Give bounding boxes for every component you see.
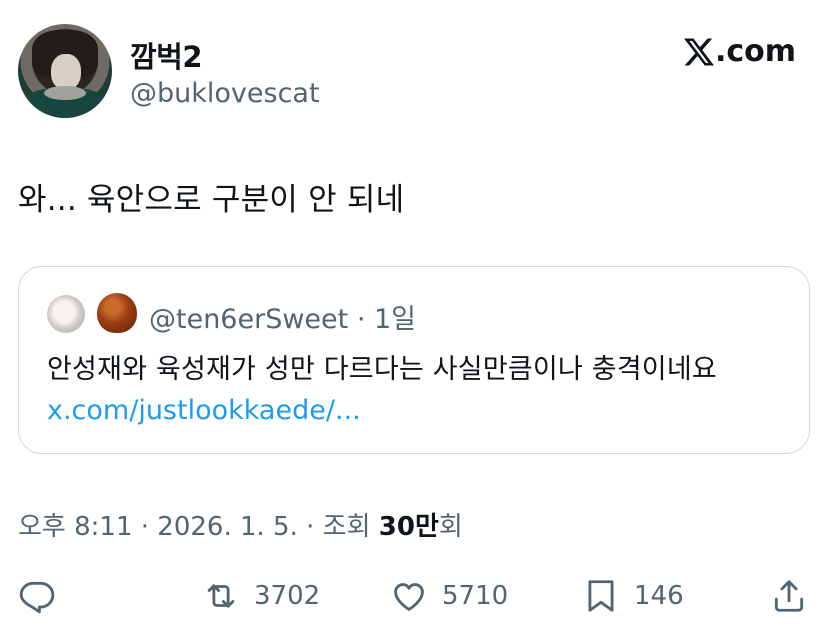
share-icon	[774, 580, 804, 612]
quoted-tweet[interactable]: @ten6erSweet · 1일 안성재와 육성재가 성만 다르다는 사실만큼…	[18, 266, 810, 454]
x-brand: .com	[684, 34, 796, 69]
views-count: 30만	[378, 512, 439, 542]
quote-avatar-chestnut	[97, 293, 137, 333]
display-name[interactable]: 깜벅2	[130, 34, 203, 76]
reply-icon	[19, 581, 55, 614]
quote-text: 안성재와 육성재가 성만 다르다는 사실만큼이나 충격이네요	[47, 354, 717, 385]
avatar[interactable]	[18, 24, 112, 118]
quote-avatar-rice	[47, 295, 85, 333]
bookmark-icon	[588, 580, 614, 612]
dot-separator: ·	[348, 304, 374, 335]
retweet-icon	[207, 584, 235, 608]
x-logo-icon	[684, 38, 714, 65]
quote-link[interactable]: x.com/justlookkaede/...	[47, 395, 361, 426]
brand-domain: .com	[715, 34, 797, 69]
like-count: 5710	[442, 581, 509, 611]
views-suffix: 회	[438, 512, 463, 542]
quote-time: 1일	[373, 304, 417, 335]
tweet-text: 와... 육안으로 구분이 안 되네	[18, 182, 405, 218]
like-icon	[394, 583, 424, 611]
bookmark-count: 146	[634, 581, 684, 611]
quote-handle-line: @ten6erSweet · 1일	[149, 297, 416, 336]
tweet-meta: 오후 8:11 · 2026. 1. 5. · 조회 30만회	[18, 506, 463, 543]
reply-button[interactable]	[18, 574, 56, 618]
like-button[interactable]: 5710	[390, 574, 508, 618]
author-handle[interactable]: @buklovescat	[130, 78, 320, 109]
quote-handle: @ten6erSweet	[149, 304, 349, 335]
retweet-button[interactable]: 3702	[202, 574, 320, 618]
retweet-count: 3702	[254, 581, 321, 611]
bookmark-button[interactable]: 146	[582, 574, 684, 618]
tweet-datetime: 오후 8:11 · 2026. 1. 5. · 조회	[18, 512, 379, 542]
action-bar: 3702 5710 146	[18, 574, 810, 618]
share-button[interactable]	[770, 574, 808, 618]
